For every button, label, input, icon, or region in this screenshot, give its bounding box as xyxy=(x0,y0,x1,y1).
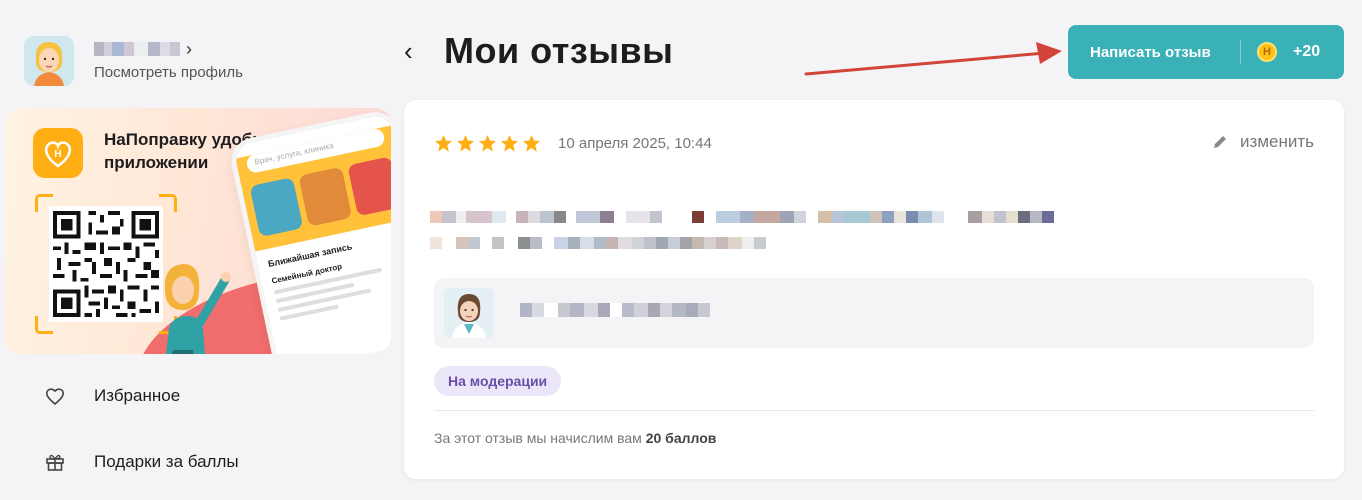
rating-stars xyxy=(434,134,541,153)
blurred-name xyxy=(94,41,180,56)
app-promo-banner[interactable]: Н НаПоправку удобнее в приложении Врач, … xyxy=(5,108,391,354)
blurred-review-text-2 xyxy=(430,236,766,254)
star-icon xyxy=(500,134,519,152)
sidebar-item-gifts[interactable]: Подарки за баллы xyxy=(44,451,239,473)
sidebar-item-label: Избранное xyxy=(94,386,181,405)
write-review-button[interactable]: Написать отзыв Н +20 xyxy=(1068,25,1344,79)
star-icon xyxy=(478,134,497,152)
bonus-note-text: За этот отзыв мы начислим вам xyxy=(434,430,646,446)
doctor-avatar xyxy=(444,288,494,338)
sidebar-menu: Избранное xyxy=(44,385,180,407)
gift-icon xyxy=(44,451,66,473)
sidebar-item-label: Подарки за баллы xyxy=(94,452,239,471)
back-chevron-icon[interactable]: ‹ xyxy=(404,38,413,64)
sidebar-item-favorites[interactable]: Избранное xyxy=(44,385,180,407)
bonus-note: За этот отзыв мы начислим вам 20 баллов xyxy=(434,430,716,446)
coin-icon: Н xyxy=(1257,42,1277,62)
star-icon xyxy=(456,134,475,152)
bonus-note-points: 20 баллов xyxy=(645,430,717,446)
blurred-review-text xyxy=(430,210,1054,228)
page-title: Мои отзывы xyxy=(444,30,674,71)
divider xyxy=(434,410,1314,411)
sidebar-menu-2: Подарки за баллы xyxy=(44,451,239,473)
button-divider xyxy=(1240,40,1241,64)
star-icon xyxy=(522,134,541,152)
profile-block[interactable]: › Посмотреть профиль xyxy=(24,36,243,86)
pencil-icon xyxy=(1214,136,1227,148)
app-logo-icon: Н xyxy=(33,128,83,178)
review-card: 10 апреля 2025, 10:44 изменить На модера… xyxy=(404,100,1344,479)
annotation-arrow xyxy=(804,42,1062,76)
edit-label: изменить xyxy=(1240,132,1314,151)
bonus-points: +20 xyxy=(1293,43,1321,60)
blurred-doctor-name xyxy=(520,303,710,317)
view-profile-link[interactable]: Посмотреть профиль xyxy=(94,64,243,81)
review-date: 10 апреля 2025, 10:44 xyxy=(558,135,712,152)
edit-review-button[interactable]: изменить xyxy=(1212,132,1314,152)
profile-name[interactable]: › xyxy=(94,38,243,59)
promo-illustration xyxy=(143,250,233,354)
write-review-label: Написать отзыв xyxy=(1090,43,1211,61)
star-icon xyxy=(434,134,453,152)
status-badge: На модерации xyxy=(434,366,562,396)
avatar[interactable] xyxy=(24,36,74,86)
chevron-right-icon: › xyxy=(186,38,192,59)
heart-icon xyxy=(44,385,66,407)
doctor-card[interactable] xyxy=(434,278,1314,348)
svg-text:Н: Н xyxy=(54,149,61,160)
